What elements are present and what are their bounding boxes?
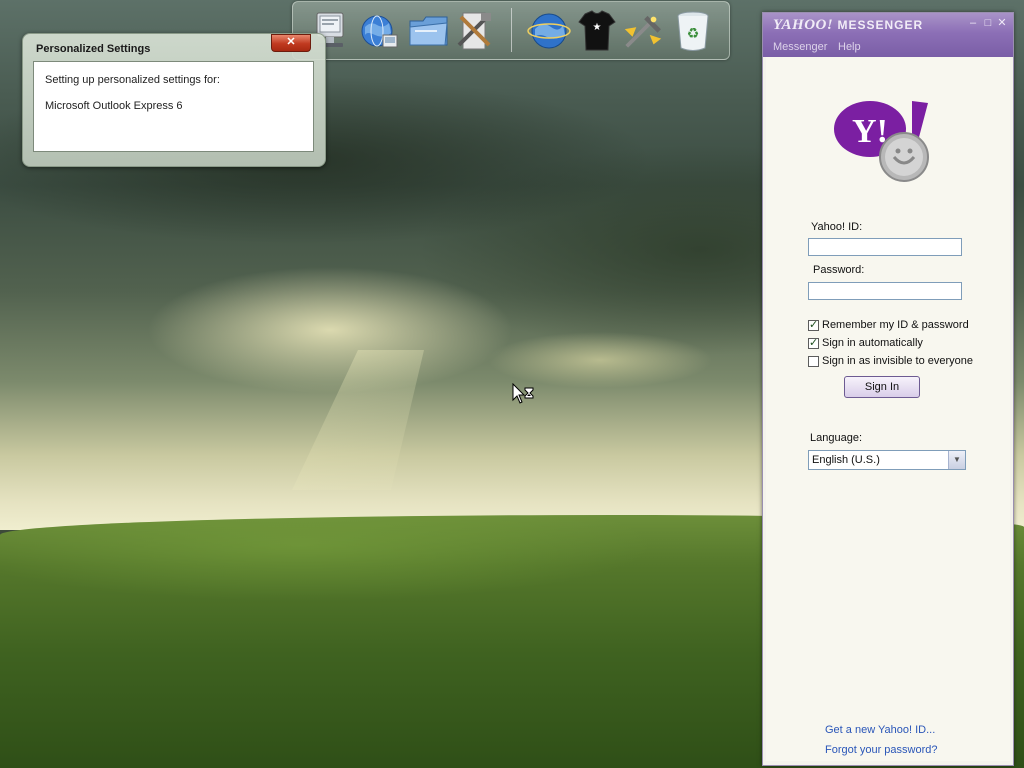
personalized-settings-window: Personalized Settings ✕ Setting up perso…: [22, 33, 326, 167]
sign-in-automatically-label: Sign in automatically: [822, 337, 923, 349]
password-label: Password:: [813, 264, 865, 276]
setup-message: Setting up personalized settings for:: [45, 74, 220, 86]
title-bar[interactable]: YAHOO! MESSENGER – □ ✕ Messenger Help: [763, 13, 1013, 57]
forgot-password-link[interactable]: Forgot your password?: [825, 744, 938, 756]
sign-in-automatically-checkbox[interactable]: ✓: [808, 337, 819, 349]
folder-icon[interactable]: [407, 8, 451, 54]
menu-help[interactable]: Help: [838, 41, 861, 53]
language-label: Language:: [810, 432, 862, 444]
dock-separator: [511, 8, 512, 52]
password-input[interactable]: [808, 282, 962, 300]
sign-in-automatically-option[interactable]: ✓ Sign in automatically: [808, 336, 923, 350]
language-value: English (U.S.): [812, 454, 880, 466]
sign-in-button[interactable]: Sign In: [844, 376, 920, 398]
menu-bar: Messenger Help: [763, 39, 1013, 57]
maximize-icon[interactable]: □: [982, 17, 994, 29]
yahoo-messenger-window: YAHOO! MESSENGER – □ ✕ Messenger Help Y!…: [762, 12, 1014, 766]
network-globe-icon[interactable]: [357, 8, 401, 54]
window-title: Personalized Settings: [36, 43, 151, 55]
chevron-down-icon[interactable]: ▼: [948, 451, 965, 469]
yahoo-id-label: Yahoo! ID:: [811, 221, 863, 233]
minimize-icon[interactable]: –: [967, 17, 979, 29]
login-panel: Y! Yahoo! ID: Password: ✓ Remember my ID…: [766, 57, 1010, 761]
invisible-option[interactable]: Sign in as invisible to everyone: [808, 354, 973, 368]
svg-text:♻: ♻: [687, 26, 700, 42]
title-brand: YAHOO!: [773, 17, 834, 33]
yahoo-id-input[interactable]: [808, 238, 962, 256]
invisible-label: Sign in as invisible to everyone: [822, 355, 974, 367]
menu-messenger[interactable]: Messenger: [773, 41, 827, 53]
wizard-icon[interactable]: [621, 8, 665, 54]
dock-toolbar: ★ ♻: [292, 1, 730, 60]
internet-globe-icon[interactable]: [527, 8, 571, 54]
remember-id-checkbox[interactable]: ✓: [808, 319, 819, 331]
message-panel: Setting up personalized settings for: Mi…: [33, 61, 314, 152]
svg-text:★: ★: [593, 22, 602, 33]
title-product: MESSENGER: [837, 18, 924, 32]
close-button[interactable]: ✕: [271, 34, 311, 52]
language-select[interactable]: English (U.S.) ▼: [808, 450, 966, 470]
yahoo-logo-icon: Y!: [832, 97, 936, 187]
close-icon[interactable]: ✕: [996, 17, 1008, 29]
recycle-bin-icon[interactable]: ♻: [671, 8, 715, 54]
remember-id-label: Remember my ID & password: [822, 319, 969, 331]
invisible-checkbox[interactable]: [808, 355, 819, 367]
setup-target: Microsoft Outlook Express 6: [45, 100, 183, 112]
tshirt-icon[interactable]: ★: [575, 8, 619, 54]
busy-cursor-icon: [512, 382, 536, 405]
remember-id-option[interactable]: ✓ Remember my ID & password: [808, 318, 969, 332]
window-title: YAHOO! MESSENGER: [773, 17, 923, 34]
tools-icon[interactable]: [453, 8, 497, 54]
get-new-id-link[interactable]: Get a new Yahoo! ID...: [825, 724, 935, 736]
